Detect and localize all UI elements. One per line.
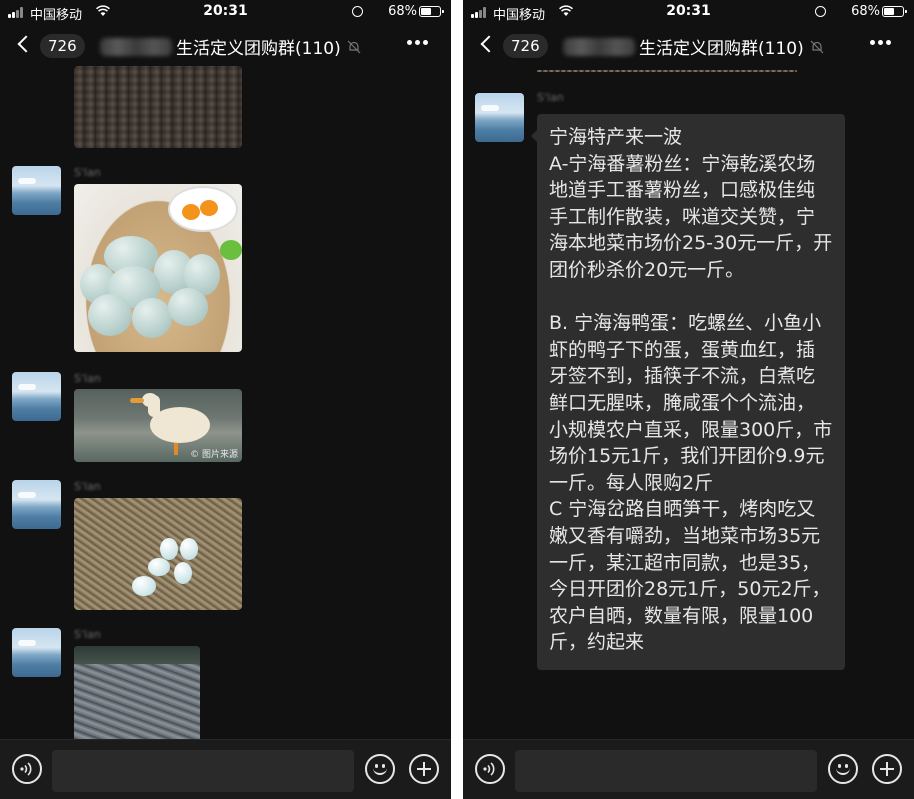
avatar[interactable] — [12, 372, 61, 421]
blurred-group-name — [100, 37, 172, 56]
battery-percent: 68% — [388, 4, 417, 19]
image-message-duck[interactable]: © 图片来源 — [74, 389, 242, 462]
back-button[interactable]: 726 — [479, 32, 549, 60]
image-message-drying[interactable] — [74, 646, 200, 739]
message-input[interactable] — [515, 750, 817, 792]
voice-icon[interactable] — [12, 754, 42, 784]
blurred-group-name — [563, 37, 635, 56]
mute-bell-icon — [810, 40, 824, 53]
back-button[interactable]: 726 — [16, 32, 86, 60]
unread-count-badge: 726 — [40, 34, 85, 58]
sender-name: S'lan — [537, 91, 564, 104]
more-dots-icon[interactable] — [870, 40, 892, 46]
group-title-text: 生活定义团购群(110) — [639, 39, 804, 59]
left-chat-screen: 中国移动 20:31 68% 726 生活定义团购群(110) S'lan S'… — [0, 0, 451, 799]
message-list[interactable]: S'lan S'lan © 图片来源 S'lan S'lan — [0, 66, 451, 739]
plus-icon[interactable] — [409, 754, 439, 784]
right-chat-screen: 中国移动 20:31 68% 726 生活定义团购群(110) S'lan 宁海… — [463, 0, 914, 799]
battery-icon — [882, 6, 907, 17]
emoji-icon[interactable] — [365, 754, 395, 784]
chat-title: 生活定义团购群(110) — [563, 34, 824, 59]
emoji-icon[interactable] — [828, 754, 858, 784]
avatar[interactable] — [12, 166, 61, 215]
avatar[interactable] — [12, 628, 61, 677]
battery-percent: 68% — [851, 4, 880, 19]
nav-bar: 726 生活定义团购群(110) — [0, 26, 451, 66]
input-bar — [463, 739, 914, 799]
status-bar: 中国移动 20:31 68% — [0, 0, 451, 24]
orientation-lock-icon — [815, 6, 826, 17]
sender-name: S'lan — [74, 480, 101, 493]
image-watermark: © 图片来源 — [190, 450, 238, 460]
image-message-tiles[interactable] — [74, 66, 242, 148]
back-chevron-icon — [17, 35, 35, 53]
image-message-eggs[interactable] — [74, 184, 242, 352]
yolk-bowl — [168, 186, 238, 232]
avatar[interactable] — [12, 480, 61, 529]
sender-name: S'lan — [74, 372, 101, 385]
clock: 20:31 — [203, 3, 248, 19]
sender-name: S'lan — [74, 628, 101, 641]
voice-icon[interactable] — [475, 754, 505, 784]
more-dots-icon[interactable] — [407, 40, 429, 46]
previous-image-edge — [537, 70, 797, 72]
orientation-lock-icon — [352, 6, 363, 17]
plus-icon[interactable] — [872, 754, 902, 784]
text-message-bubble[interactable]: 宁海特产来一波 A-宁海番薯粉丝：宁海乾溪农场地道手工番薯粉丝，口感极佳纯手工制… — [531, 114, 845, 670]
battery-icon — [419, 6, 444, 17]
message-input[interactable] — [52, 750, 354, 792]
input-bar — [0, 739, 451, 799]
message-list[interactable]: S'lan 宁海特产来一波 A-宁海番薯粉丝：宁海乾溪农场地道手工番薯粉丝，口感… — [463, 66, 914, 739]
clock: 20:31 — [666, 3, 711, 19]
status-bar: 中国移动 20:31 68% — [463, 0, 914, 24]
nav-bar: 726 生活定义团购群(110) — [463, 26, 914, 66]
sender-name: S'lan — [74, 166, 101, 179]
mute-bell-icon — [347, 40, 361, 53]
chat-title: 生活定义团购群(110) — [100, 34, 361, 59]
group-title-text: 生活定义团购群(110) — [176, 39, 341, 59]
unread-count-badge: 726 — [503, 34, 548, 58]
back-chevron-icon — [480, 35, 498, 53]
image-message-nest[interactable] — [74, 498, 242, 610]
avatar[interactable] — [475, 93, 524, 142]
